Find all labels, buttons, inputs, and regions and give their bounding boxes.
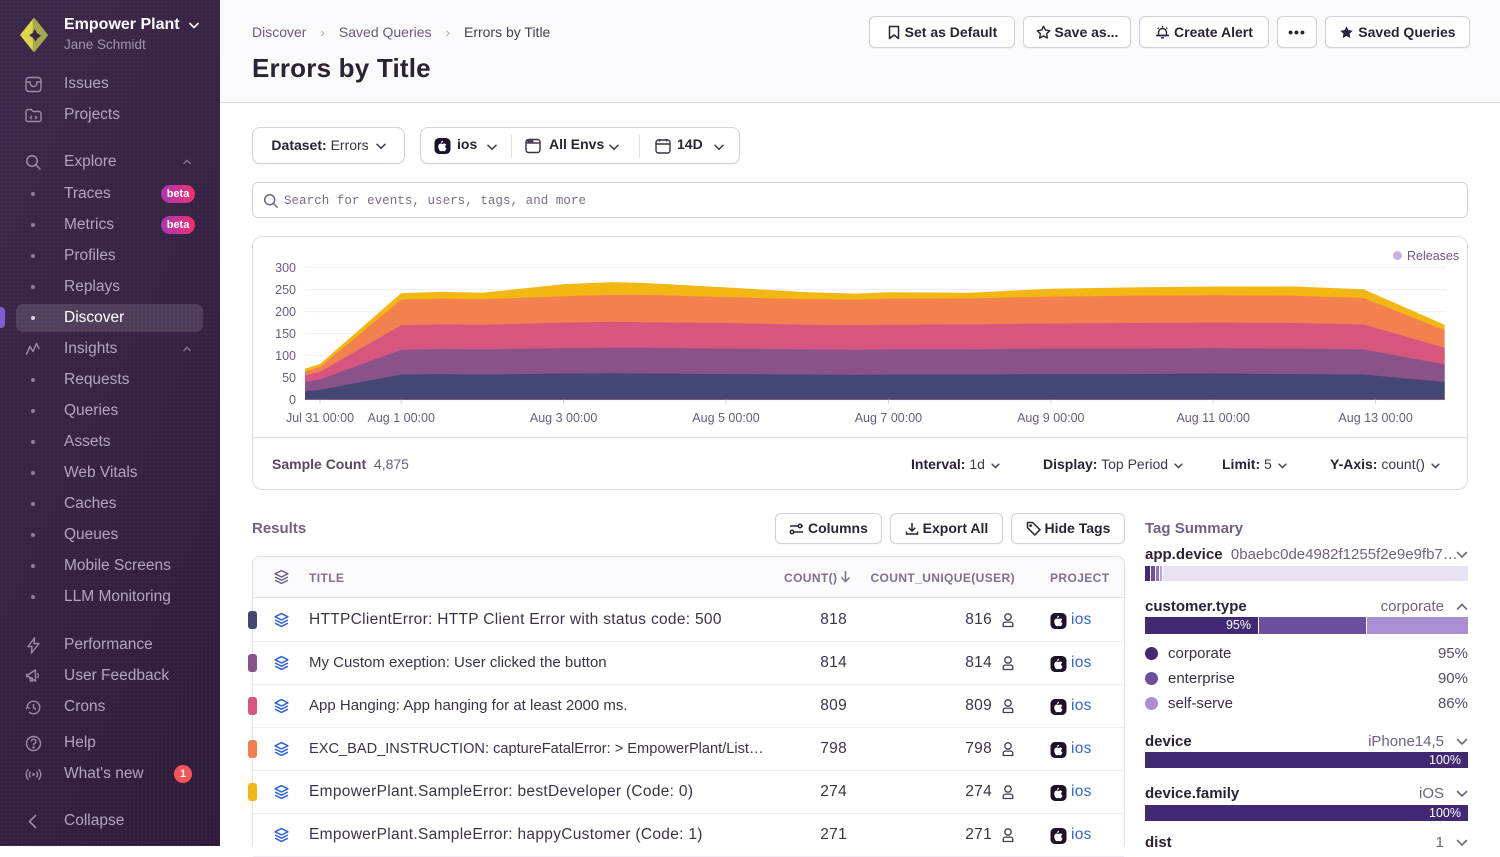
svg-text:100: 100 (275, 349, 296, 363)
svg-text:200: 200 (275, 305, 296, 319)
svg-text:Jul 31 00:00: Jul 31 00:00 (286, 411, 354, 425)
svg-text:300: 300 (275, 261, 296, 275)
svg-text:Aug 13 00:00: Aug 13 00:00 (1338, 411, 1412, 425)
svg-text:Aug 5 00:00: Aug 5 00:00 (692, 411, 759, 425)
svg-text:Aug 7 00:00: Aug 7 00:00 (855, 411, 922, 425)
svg-text:0: 0 (289, 393, 296, 407)
svg-text:Aug 9 00:00: Aug 9 00:00 (1017, 411, 1084, 425)
svg-text:150: 150 (275, 327, 296, 341)
svg-text:250: 250 (275, 283, 296, 297)
svg-text:Aug 1 00:00: Aug 1 00:00 (367, 411, 434, 425)
svg-text:50: 50 (282, 371, 296, 385)
svg-text:Aug 3 00:00: Aug 3 00:00 (530, 411, 597, 425)
svg-text:Aug 11 00:00: Aug 11 00:00 (1176, 411, 1249, 425)
